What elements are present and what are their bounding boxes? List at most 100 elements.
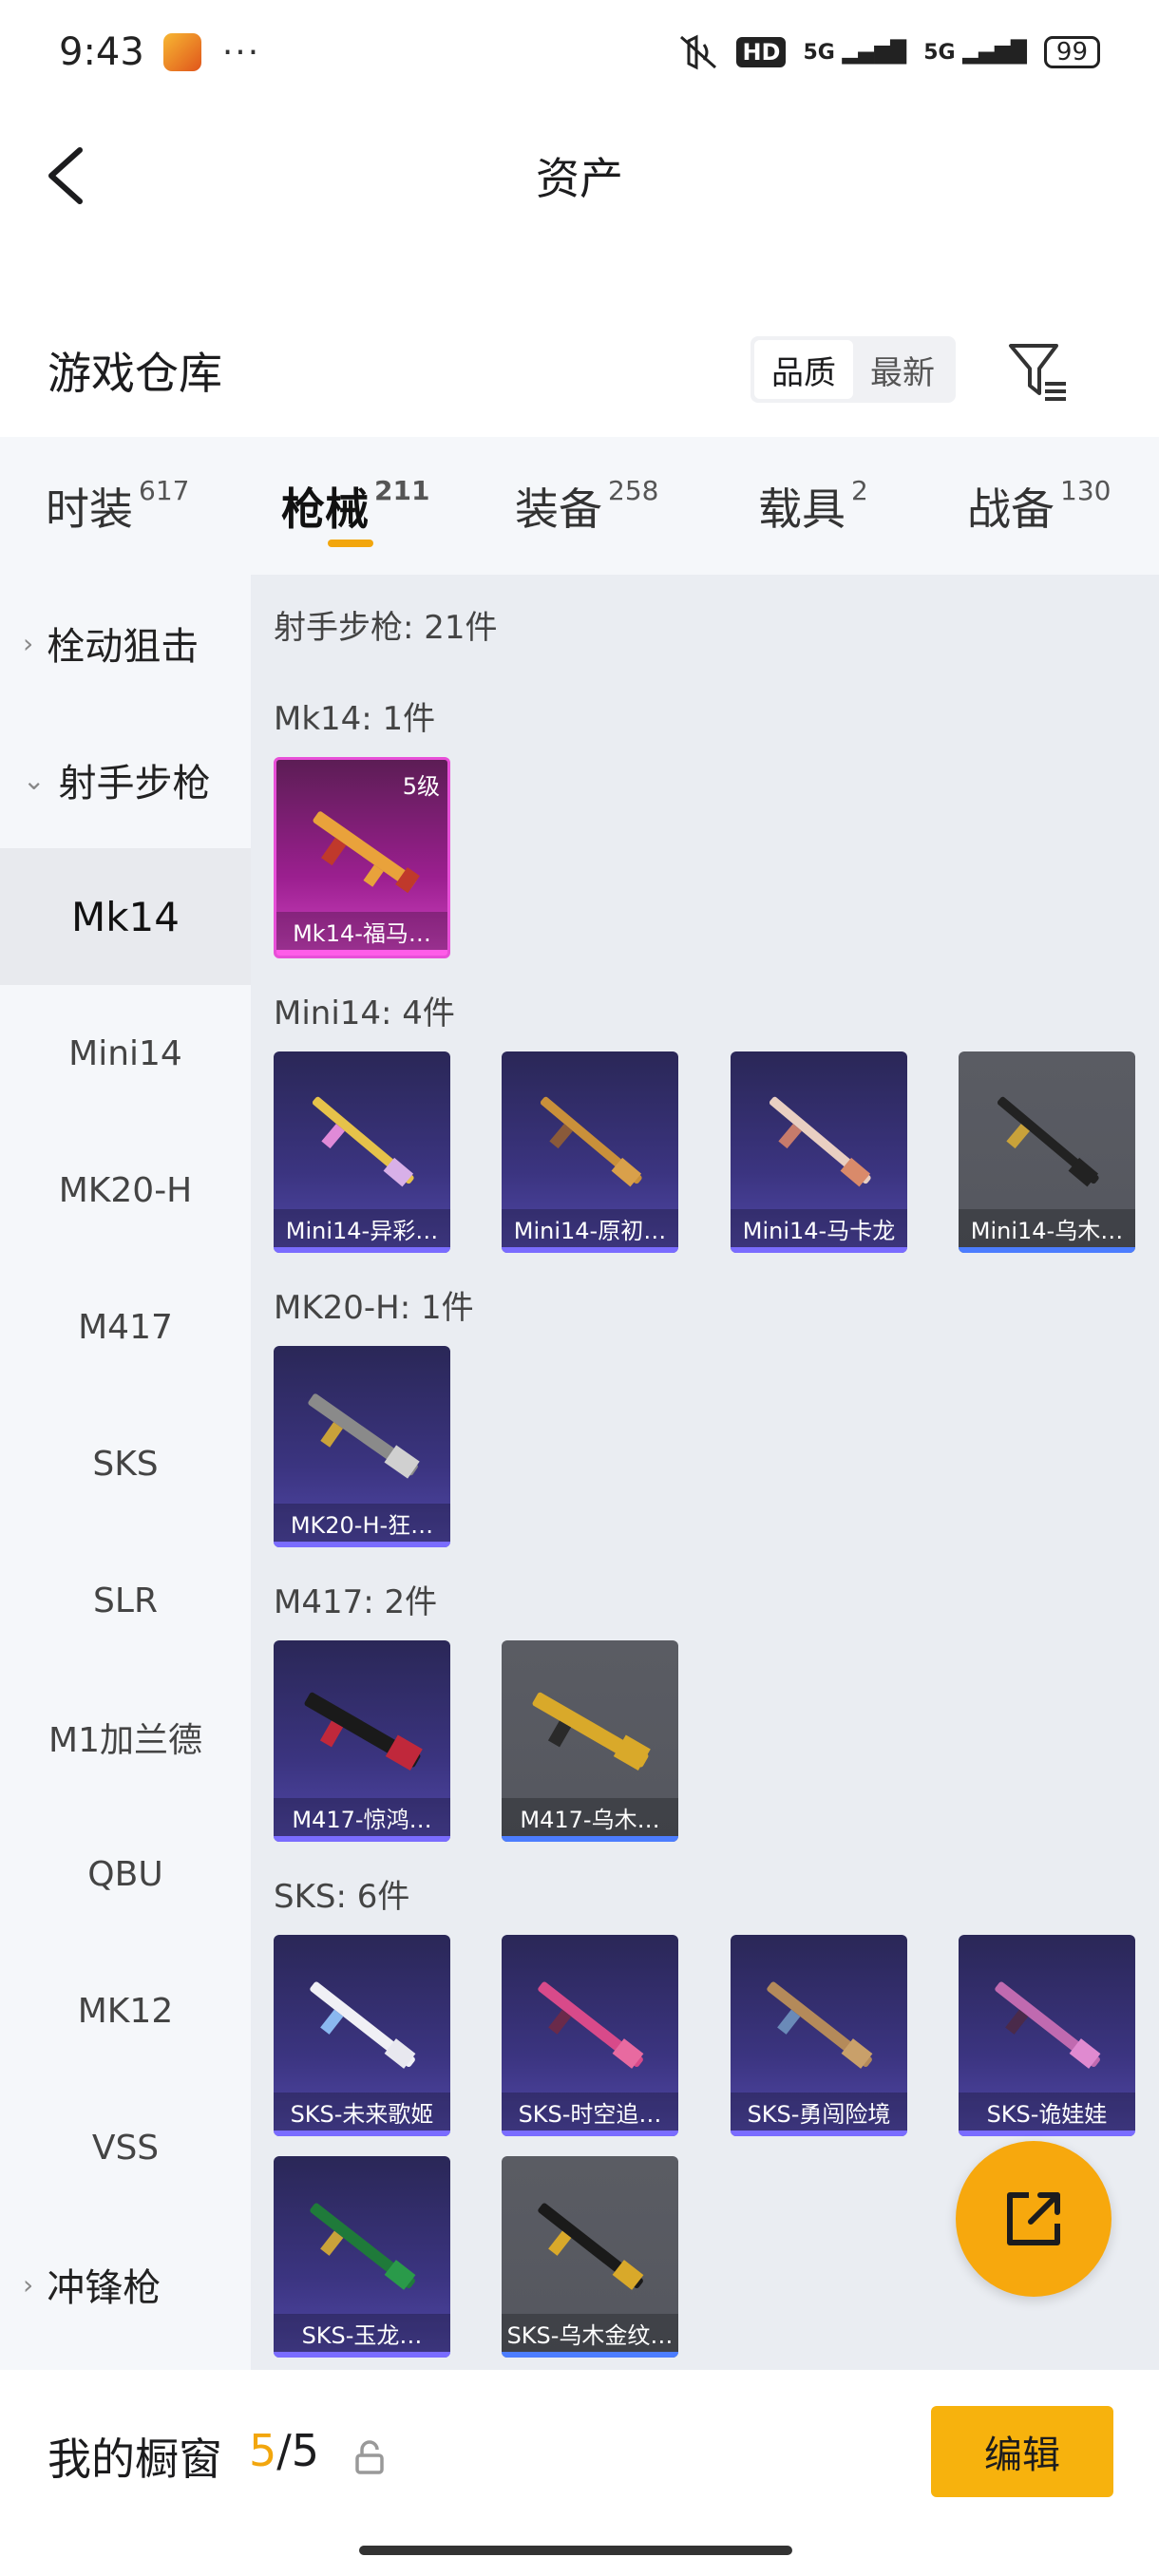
item-card[interactable]: Mini14-乌木… <box>959 1051 1135 1253</box>
rarity-bar <box>502 2352 678 2358</box>
sidebar-group-marksman[interactable]: ⌄ 射手步枪 <box>0 711 251 848</box>
sort-quality-button[interactable]: 品质 <box>754 340 853 399</box>
sidebar-item-sks[interactable]: SKS <box>0 1395 251 1532</box>
sidebar-item-mk20h[interactable]: MK20-H <box>0 1122 251 1259</box>
showcase-bar: 我的橱窗 5/5 编辑 <box>0 2370 1159 2576</box>
sidebar-item-vss[interactable]: VSS <box>0 2079 251 2216</box>
tab-count: 211 <box>374 475 430 506</box>
share-button[interactable] <box>956 2141 1112 2297</box>
app-notification-icon <box>162 33 201 71</box>
rifle-icon <box>538 1981 644 2069</box>
warehouse-title: 游戏仓库 <box>48 348 222 399</box>
rarity-bar <box>274 2131 450 2136</box>
rifle-icon <box>767 1981 873 2069</box>
showcase-count-current: 5 <box>249 2425 277 2476</box>
back-arrow-icon[interactable] <box>38 144 95 207</box>
showcase-count-total: /5 <box>276 2425 320 2476</box>
item-label: MK20-H-狂… <box>274 1504 450 1542</box>
tab-label: 时装 <box>46 483 133 535</box>
tab-fashion[interactable]: 时装 617 <box>46 475 189 538</box>
item-label: SKS-玉龙… <box>274 2314 450 2352</box>
item-card[interactable]: 5级 Mk14-福马… <box>274 757 450 958</box>
tab-label: 载具 <box>758 483 846 535</box>
rifle-icon <box>997 1096 1099 1187</box>
active-tab-indicator <box>328 540 373 547</box>
mute-vibrate-icon <box>680 34 717 70</box>
rifle-icon <box>312 1096 414 1187</box>
item-card[interactable]: Mini14-原初… <box>502 1051 678 1253</box>
item-card[interactable]: SKS-未来歌姬 <box>274 1935 450 2136</box>
rarity-bar <box>502 2131 678 2136</box>
item-card[interactable]: M417-惊鸿… <box>274 1640 450 1842</box>
rifle-icon <box>308 1393 420 1479</box>
tab-label: 枪械 <box>281 483 369 535</box>
category-total: 射手步枪: 21件 <box>274 609 498 647</box>
sidebar-item-mk14[interactable]: Mk14 <box>0 848 251 985</box>
item-label: SKS-诡娃娃 <box>959 2093 1135 2131</box>
sidebar-group-bolt-sniper[interactable]: › 栓动狙击 <box>0 575 251 711</box>
showcase-count: 5/5 <box>249 2425 319 2476</box>
tab-vehicles[interactable]: 载具 2 <box>758 475 868 538</box>
sidebar-item-slr[interactable]: SLR <box>0 1532 251 1669</box>
sidebar-item-m417[interactable]: M417 <box>0 1259 251 1395</box>
rifle-icon <box>532 1692 651 1771</box>
tab-count: 130 <box>1060 475 1112 506</box>
item-card[interactable]: Mini14-马卡龙 <box>731 1051 907 1253</box>
item-label: Mini14-马卡龙 <box>731 1209 907 1247</box>
item-card[interactable]: MK20-H-狂… <box>274 1346 450 1547</box>
tab-combat-gear[interactable]: 战备 130 <box>967 475 1111 538</box>
item-label: Mini14-原初… <box>502 1209 678 1247</box>
share-external-icon <box>1007 2192 1060 2245</box>
rifle-icon <box>310 2203 416 2290</box>
chevron-down-icon: ⌄ <box>23 764 46 796</box>
section-title-sks: SKS: 6件 <box>274 1878 410 1916</box>
edit-button[interactable]: 编辑 <box>931 2406 1113 2497</box>
rifle-icon <box>304 1692 423 1771</box>
rifle-icon <box>540 1096 642 1187</box>
item-grid: 射手步枪: 21件 Mk14: 1件 5级 Mk14-福马… Mini14: 4… <box>251 575 1159 2370</box>
rarity-bar <box>274 2352 450 2358</box>
item-card[interactable]: SKS-时空追… <box>502 1935 678 2136</box>
sidebar-item-mk12[interactable]: MK12 <box>0 1942 251 2079</box>
item-card[interactable]: M417-乌木… <box>502 1640 678 1842</box>
sidebar-item-m1-garand[interactable]: M1加兰德 <box>0 1669 251 1806</box>
tab-firearms[interactable]: 枪械 211 <box>281 475 429 538</box>
rifle-icon <box>769 1096 871 1187</box>
warehouse-row: 游戏仓库 品质 最新 <box>0 313 1159 427</box>
tab-count: 617 <box>139 475 190 506</box>
showcase-label: 我的橱窗 <box>48 2434 222 2485</box>
item-label: Mk14-福马… <box>276 912 447 950</box>
tab-equipment[interactable]: 装备 258 <box>515 475 658 538</box>
item-card[interactable]: SKS-玉龙… <box>274 2156 450 2358</box>
item-card[interactable]: SKS-乌木金纹… <box>502 2156 678 2358</box>
sidebar-group-label: 冲锋枪 <box>47 2266 162 2310</box>
signal-icon-1: 5G ▂▄▆█ <box>803 40 907 65</box>
rarity-bar <box>502 1247 678 1253</box>
filter-icon[interactable] <box>1007 340 1070 403</box>
sort-newest-button[interactable]: 最新 <box>853 340 952 399</box>
item-card[interactable]: SKS-勇闯险境 <box>731 1935 907 2136</box>
sidebar-group-smg[interactable]: › 冲锋枪 <box>0 2216 251 2353</box>
item-label: SKS-未来歌姬 <box>274 2093 450 2131</box>
page-title: 资产 <box>536 153 623 204</box>
sidebar-group-label: 射手步枪 <box>58 762 211 805</box>
sidebar-group-label: 栓动狙击 <box>47 625 200 669</box>
sidebar-item-mini14[interactable]: Mini14 <box>0 985 251 1122</box>
rarity-bar <box>276 950 447 956</box>
item-label: M417-惊鸿… <box>274 1798 450 1836</box>
home-indicator[interactable] <box>359 2546 792 2555</box>
rifle-icon <box>310 1981 416 2069</box>
status-bar: 9:43 ··· HD 5G ▂▄▆█ 5G ▂▄▆█ 99 <box>0 0 1159 104</box>
item-card[interactable]: SKS-诡娃娃 <box>959 1935 1135 2136</box>
signal-label-2: 5G <box>923 40 956 65</box>
section-title-mini14: Mini14: 4件 <box>274 994 455 1032</box>
tab-count: 258 <box>608 475 659 506</box>
item-card[interactable]: Mini14-异彩… <box>274 1051 450 1253</box>
more-notifications-icon: ··· <box>221 32 261 72</box>
sidebar-item-qbu[interactable]: QBU <box>0 1806 251 1942</box>
section-title-mk20h: MK20-H: 1件 <box>274 1289 474 1327</box>
section-title-m417: M417: 2件 <box>274 1583 438 1621</box>
section-title-mk14: Mk14: 1件 <box>274 700 436 738</box>
rifle-icon <box>538 2203 644 2290</box>
rarity-bar <box>959 2131 1135 2136</box>
